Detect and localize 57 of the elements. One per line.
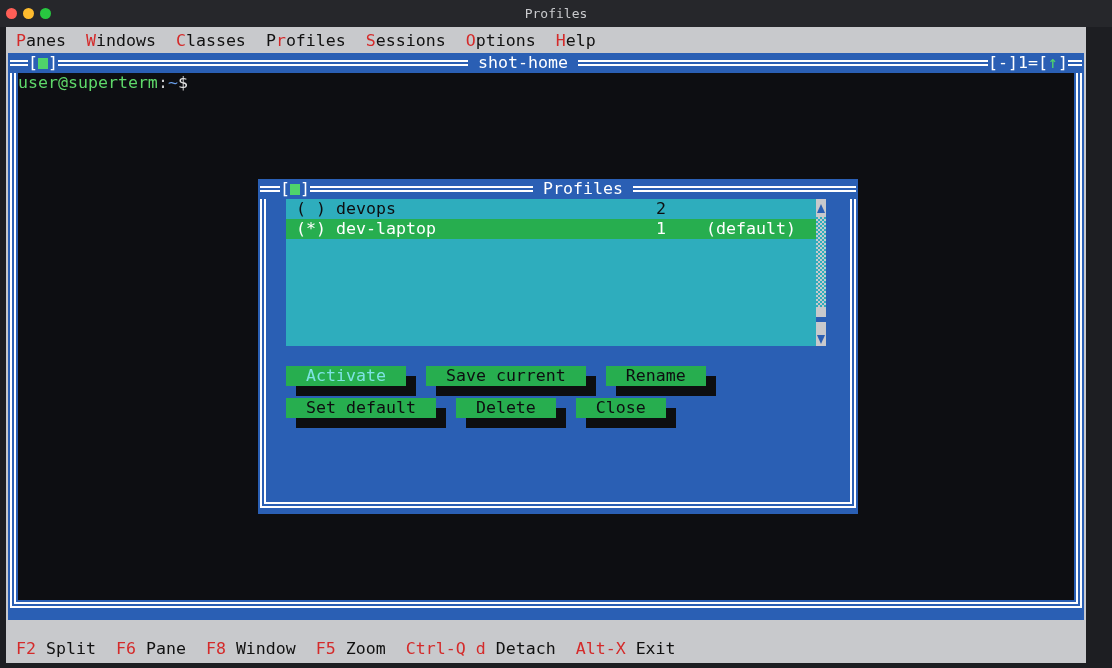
frame-line [1068,60,1082,66]
bracket: [ [28,53,38,73]
shortcut-hint[interactable]: F8 Window [205,639,296,659]
shadow-edge [435,408,446,418]
shadow-edge [585,376,596,386]
menu-item[interactable]: Options [465,31,536,51]
dialog-button[interactable]: Close [575,398,666,418]
dialog-title: Profiles [542,179,624,199]
pane-close-box[interactable] [38,57,48,69]
bracket: ] [300,179,310,199]
shortcut-hint[interactable]: Alt-X Exit [575,639,676,659]
profile-name: dev-laptop [336,219,437,239]
profile-count: 2 [656,199,667,219]
menu-item[interactable]: Sessions [365,31,446,51]
close-button[interactable] [6,8,17,19]
dialog-button[interactable]: Save current [425,366,586,386]
pane-number: 1 [1018,53,1028,73]
shadow-edge [665,408,676,418]
profile-name: devops [336,199,397,219]
radio-marker: ( ) [296,199,327,219]
bracket: [ [280,179,290,199]
prompt: user@superterm:~$ [18,73,188,93]
dialog-button[interactable]: Set default [286,398,436,418]
zoom-control[interactable]: [-] [988,53,1018,73]
minimize-button[interactable] [23,8,34,19]
dialog-button[interactable]: Rename [605,366,706,386]
shortcut-hint[interactable]: F6 Pane [115,639,186,659]
scrollbar[interactable] [816,199,826,346]
pane-title: shot-home [477,53,569,73]
menu-item[interactable]: Windows [85,31,156,51]
profile-row[interactable]: ( ) devops 2 [286,199,816,219]
shortcut-hint[interactable]: F2 Split [16,639,96,659]
menu-item[interactable]: Panes [16,31,66,51]
bracket: ] [48,53,58,73]
dialog-close-box[interactable] [290,183,300,195]
bracket: ] [1058,53,1068,73]
menu-item[interactable]: Help [555,31,596,51]
bracket: [ [1038,53,1048,73]
scroll-down-icon[interactable] [816,322,826,346]
shortcut-hint[interactable]: F5 Zoom [315,639,386,659]
window-title: Profiles [524,4,588,23]
shadow-edge [405,376,416,386]
profile-note: (default) [706,219,796,239]
shortcut-hint[interactable]: Ctrl-Q d Detach [405,639,556,659]
maximize-button[interactable] [40,8,51,19]
menu-item[interactable]: Classes [175,31,246,51]
frame-line [10,60,28,66]
scroll-thumb[interactable] [816,307,826,317]
frame-line [260,186,280,192]
radio-marker: (*) [296,219,327,239]
separator: = [1028,53,1038,73]
menu-item[interactable]: Profiles [265,31,346,51]
shadow-edge [705,376,716,386]
scroll-up-icon[interactable] [816,199,826,217]
dialog-button[interactable]: Delete [455,398,556,418]
profile-count: 1 [656,219,667,239]
shadow-edge [555,408,566,418]
